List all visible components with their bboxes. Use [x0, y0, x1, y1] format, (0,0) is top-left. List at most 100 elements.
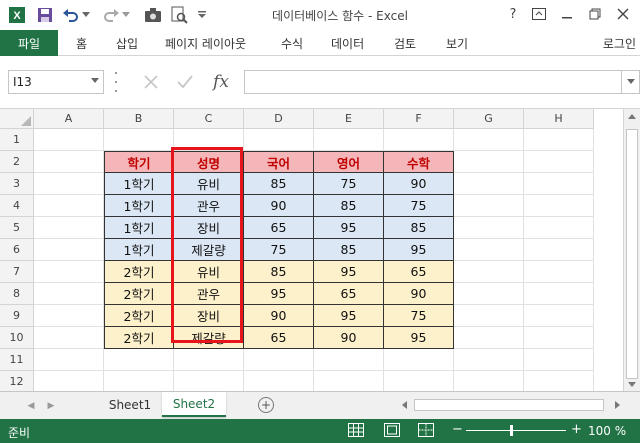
table-cell[interactable]: 65 [384, 261, 454, 283]
zoom-in-button[interactable]: + [571, 422, 582, 437]
grid-cell[interactable] [34, 349, 104, 371]
column-header[interactable]: D [244, 109, 314, 129]
table-cell[interactable]: 유비 [174, 261, 244, 283]
formula-input[interactable] [244, 70, 622, 94]
row-header[interactable]: 12 [0, 371, 34, 391]
table-cell[interactable]: 90 [314, 327, 384, 349]
column-header[interactable]: F [384, 109, 454, 129]
grid-cell[interactable] [524, 371, 594, 391]
table-cell[interactable]: 75 [244, 239, 314, 261]
grid-cell[interactable] [34, 217, 104, 239]
formula-bar-splitter[interactable] [115, 72, 119, 92]
name-box[interactable]: I13 [8, 70, 104, 94]
grid-cell[interactable] [34, 327, 104, 349]
tab-page-layout[interactable]: 페이지 레이아웃 [165, 30, 246, 56]
table-cell[interactable]: 75 [384, 195, 454, 217]
cancel-formula-icon[interactable] [138, 70, 164, 94]
grid-cell[interactable] [384, 371, 454, 391]
minimize-icon[interactable] [556, 4, 578, 24]
row-header[interactable]: 10 [0, 327, 34, 349]
print-preview-icon[interactable] [168, 4, 190, 26]
tab-home[interactable]: 홈 [76, 30, 87, 56]
grid-cell[interactable] [524, 305, 594, 327]
grid-cell[interactable] [34, 371, 104, 391]
grid-cell[interactable] [34, 261, 104, 283]
row-header[interactable]: 5 [0, 217, 34, 239]
table-cell[interactable]: 95 [244, 283, 314, 305]
redo-icon[interactable] [100, 4, 122, 26]
grid-cell[interactable] [524, 129, 594, 151]
table-cell[interactable]: 65 [244, 327, 314, 349]
table-cell[interactable]: 85 [384, 217, 454, 239]
row-header[interactable]: 7 [0, 261, 34, 283]
table-cell[interactable]: 2학기 [104, 305, 174, 327]
grid-cell[interactable] [524, 283, 594, 305]
grid-cell[interactable] [34, 151, 104, 173]
table-cell[interactable]: 85 [314, 195, 384, 217]
table-cell[interactable]: 유비 [174, 173, 244, 195]
name-box-dropdown-icon[interactable] [91, 78, 99, 83]
redo-dropdown-icon[interactable] [120, 4, 132, 26]
grid-cell[interactable] [104, 371, 174, 391]
column-header[interactable]: E [314, 109, 384, 129]
grid-cell[interactable] [524, 239, 594, 261]
grid-cell[interactable] [244, 371, 314, 391]
scroll-right-icon[interactable] [615, 401, 620, 409]
grid-cell[interactable] [384, 129, 454, 151]
row-header[interactable]: 8 [0, 283, 34, 305]
grid-cell[interactable] [174, 349, 244, 371]
row-header[interactable]: 6 [0, 239, 34, 261]
prev-sheet-icon[interactable]: ◀ [26, 400, 36, 412]
table-cell[interactable]: 95 [384, 327, 454, 349]
horizontal-scroll-thumb[interactable] [414, 399, 604, 411]
close-icon[interactable] [612, 4, 634, 24]
table-cell[interactable]: 1학기 [104, 195, 174, 217]
grid-cell[interactable] [34, 305, 104, 327]
grid-cell[interactable] [34, 239, 104, 261]
table-cell[interactable]: 95 [314, 305, 384, 327]
column-header[interactable]: H [524, 109, 594, 129]
table-cell[interactable]: 65 [314, 283, 384, 305]
table-cell[interactable]: 95 [314, 217, 384, 239]
sheet-tab-sheet1[interactable]: Sheet1 [100, 392, 160, 417]
help-button[interactable]: ? [502, 4, 524, 24]
tab-review[interactable]: 검토 [394, 30, 416, 56]
zoom-slider-thumb[interactable] [510, 425, 513, 436]
grid-cell[interactable] [34, 173, 104, 195]
table-cell[interactable]: 95 [384, 239, 454, 261]
table-cell[interactable]: 75 [314, 173, 384, 195]
next-sheet-icon[interactable]: ▶ [46, 400, 56, 412]
grid-cell[interactable] [454, 349, 524, 371]
grid-cell[interactable] [314, 129, 384, 151]
table-cell[interactable]: 75 [384, 305, 454, 327]
excel-logo-icon[interactable]: X [6, 4, 28, 26]
table-cell[interactable]: 장비 [174, 305, 244, 327]
table-cell[interactable]: 관우 [174, 195, 244, 217]
grid-cell[interactable] [454, 261, 524, 283]
table-cell[interactable]: 1학기 [104, 239, 174, 261]
restore-icon[interactable] [584, 4, 606, 24]
grid-cell[interactable] [454, 371, 524, 391]
row-header[interactable]: 1 [0, 129, 34, 151]
table-cell[interactable]: 95 [314, 261, 384, 283]
grid-cell[interactable] [524, 327, 594, 349]
save-icon[interactable] [34, 4, 56, 26]
grid-cell[interactable] [454, 173, 524, 195]
row-header[interactable]: 3 [0, 173, 34, 195]
row-header[interactable]: 11 [0, 349, 34, 371]
grid-cell[interactable] [454, 327, 524, 349]
grid-cell[interactable] [454, 283, 524, 305]
column-header[interactable]: G [454, 109, 524, 129]
tab-file[interactable]: 파일 [0, 30, 58, 56]
table-cell[interactable]: 65 [244, 217, 314, 239]
table-header-cell[interactable]: 성명 [174, 151, 244, 173]
scroll-down-icon[interactable] [628, 382, 636, 387]
table-cell[interactable]: 제갈량 [174, 327, 244, 349]
column-header[interactable]: A [34, 109, 104, 129]
table-cell[interactable]: 2학기 [104, 261, 174, 283]
grid-cell[interactable] [174, 371, 244, 391]
table-cell[interactable]: 90 [244, 305, 314, 327]
row-header[interactable]: 9 [0, 305, 34, 327]
zoom-slider[interactable] [466, 430, 566, 431]
ribbon-display-options-icon[interactable] [528, 4, 550, 24]
